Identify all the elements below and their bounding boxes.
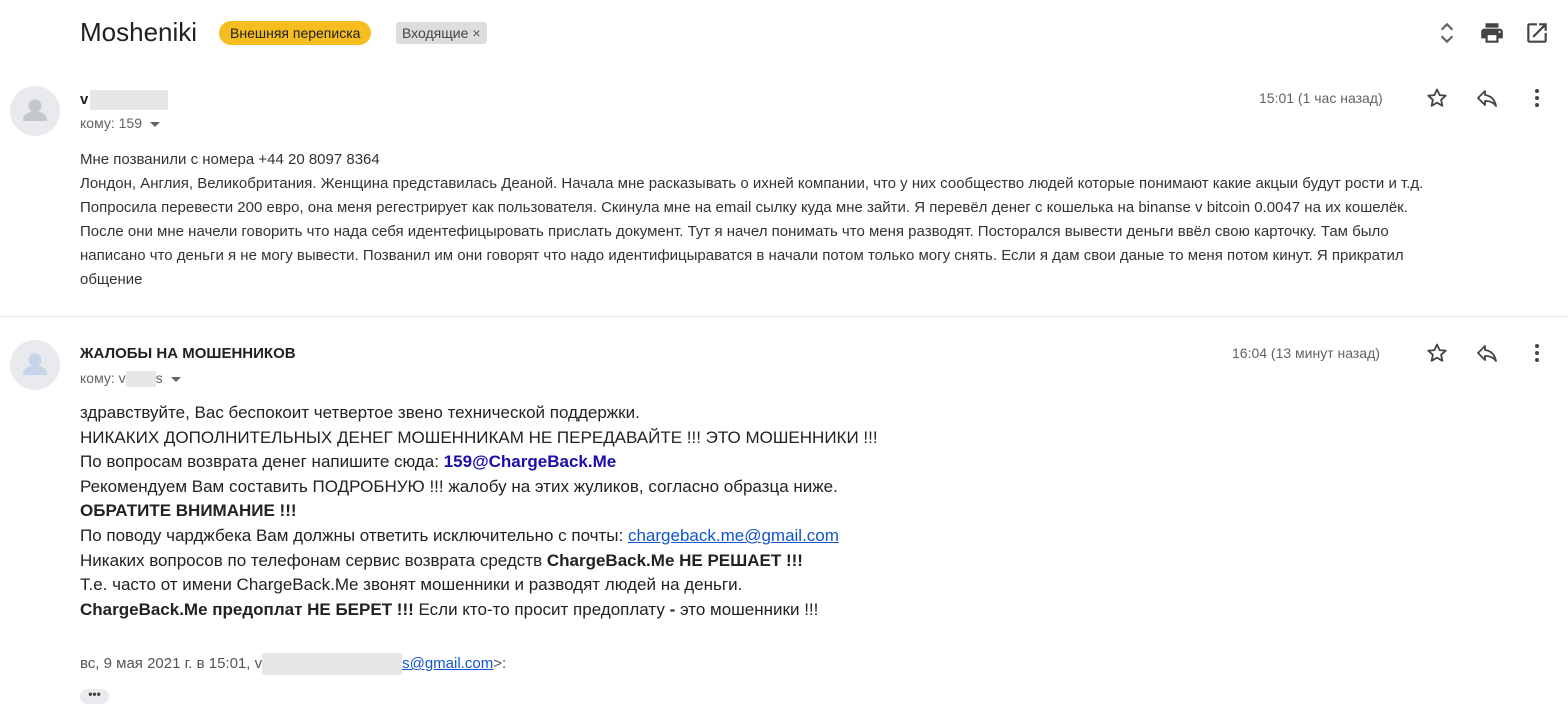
reply-icon[interactable] — [1475, 341, 1499, 365]
subject-bar: Mosheniki Внешняя переписка Входящие × — [0, 0, 1568, 68]
more-vert-icon[interactable] — [1525, 86, 1549, 110]
body-line: После они мне начели говорить что нада с… — [80, 223, 1389, 240]
body-line: По вопросам возврата денег напишите сюда… — [80, 450, 1550, 475]
body-line: По поводу чарджбека Вам должны ответить … — [80, 524, 1550, 549]
label-inbox-text: Входящие — [402, 25, 469, 41]
quote-date: вс, 9 мая 2021 г. в 15:01, v — [80, 654, 263, 672]
body-line: Никаких вопросов по телефонам сервис воз… — [80, 549, 1550, 574]
body-line: ОБРАТИТЕ ВНИМАНИЕ !!! — [80, 501, 297, 521]
body-line: написано что деньги я не могу вывести. П… — [80, 247, 1404, 264]
body-text: Никаких вопросов по телефонам сервис воз… — [80, 550, 547, 570]
to-label: кому: — [80, 115, 115, 131]
quote-header: вс, 9 мая 2021 г. в 15:01, v s@gmail.com>… — [80, 653, 506, 675]
print-icon[interactable] — [1479, 20, 1505, 46]
recipient-line[interactable]: кому: v s — [80, 370, 181, 388]
redacted-block — [262, 653, 403, 675]
email-subject: Mosheniki — [80, 17, 198, 47]
body-line: ChargeBack.Me предоплат НЕ БЕРЕТ !!! Есл… — [80, 598, 1550, 623]
body-bold: ChargeBack.Me НЕ РЕШАЕТ !!! — [546, 550, 803, 570]
body-bold: ChargeBack.Me предоплат НЕ БЕРЕТ !!! — [80, 599, 414, 619]
open-new-window-icon[interactable] — [1524, 20, 1550, 46]
star-icon[interactable] — [1425, 86, 1449, 110]
body-line: здравствуйте, Вас беспокоит четвертое зв… — [80, 403, 640, 422]
redacted-block — [125, 371, 156, 388]
message-body: здравствуйте, Вас беспокоит четвертое зв… — [80, 401, 1550, 622]
body-line: общение — [80, 271, 143, 288]
recipient-prefix: v — [118, 370, 126, 386]
show-details-icon[interactable] — [150, 121, 160, 127]
avatar — [10, 340, 60, 390]
message-time: 15:01 (1 час назад) — [1259, 90, 1383, 106]
body-text: По вопросам возврата денег напишите сюда… — [80, 452, 444, 472]
body-line: Т.е. часто от имени ChargeBack.Me звонят… — [80, 575, 743, 595]
show-trimmed-content-button[interactable]: ••• — [80, 688, 109, 704]
recipient-suffix: s — [155, 370, 163, 386]
sender-name: v — [80, 90, 169, 110]
body-text: Если кто-то просит предоплату — [413, 599, 670, 619]
quote-email-link[interactable]: s@gmail.com — [402, 655, 493, 672]
message-divider — [0, 316, 1568, 317]
body-text: это мошенники !!! — [675, 599, 819, 619]
star-icon[interactable] — [1425, 341, 1449, 365]
reply-icon[interactable] — [1475, 86, 1499, 110]
body-line: Лондон, Англия, Великобритания. Женщина … — [80, 175, 1424, 192]
body-line: НИКАКИХ ДОПОЛНИТЕЛЬНЫХ ДЕНЕГ МОШЕННИКАМ … — [80, 427, 878, 447]
recipient: 159 — [118, 115, 142, 131]
body-line: Рекомендуем Вам составить ПОДРОБНУЮ !!! … — [80, 476, 838, 496]
message-body: Мне позванили с номера +44 20 8097 8364 … — [80, 148, 1550, 292]
label-external[interactable]: Внешняя переписка — [219, 21, 372, 45]
expand-collapse-icon[interactable] — [1434, 20, 1460, 46]
label-inbox[interactable]: Входящие × — [396, 22, 487, 44]
remove-label-icon[interactable]: × — [472, 25, 480, 41]
support-email: 159@ChargeBack.Me — [443, 452, 617, 472]
sender-name-text: v — [80, 90, 89, 108]
to-label: кому: — [80, 370, 115, 386]
redacted-block — [90, 90, 169, 110]
message-time: 16:04 (13 минут назад) — [1232, 345, 1380, 361]
show-details-icon[interactable] — [170, 376, 181, 382]
body-line: Попросила перевести 200 евро, она меня р… — [80, 199, 1408, 216]
recipient-line[interactable]: кому: 159 — [80, 115, 160, 131]
sender-name: ЖАЛОБЫ НА МОШЕННИКОВ — [80, 345, 296, 362]
body-text: По поводу чарджбека Вам должны ответить … — [80, 525, 628, 545]
email-link[interactable]: chargeback.me@gmail.com — [628, 526, 839, 545]
body-line: Мне позванили с номера +44 20 8097 8364 — [80, 151, 380, 168]
quote-end: >: — [493, 654, 507, 672]
avatar — [10, 86, 60, 136]
more-vert-icon[interactable] — [1525, 341, 1549, 365]
